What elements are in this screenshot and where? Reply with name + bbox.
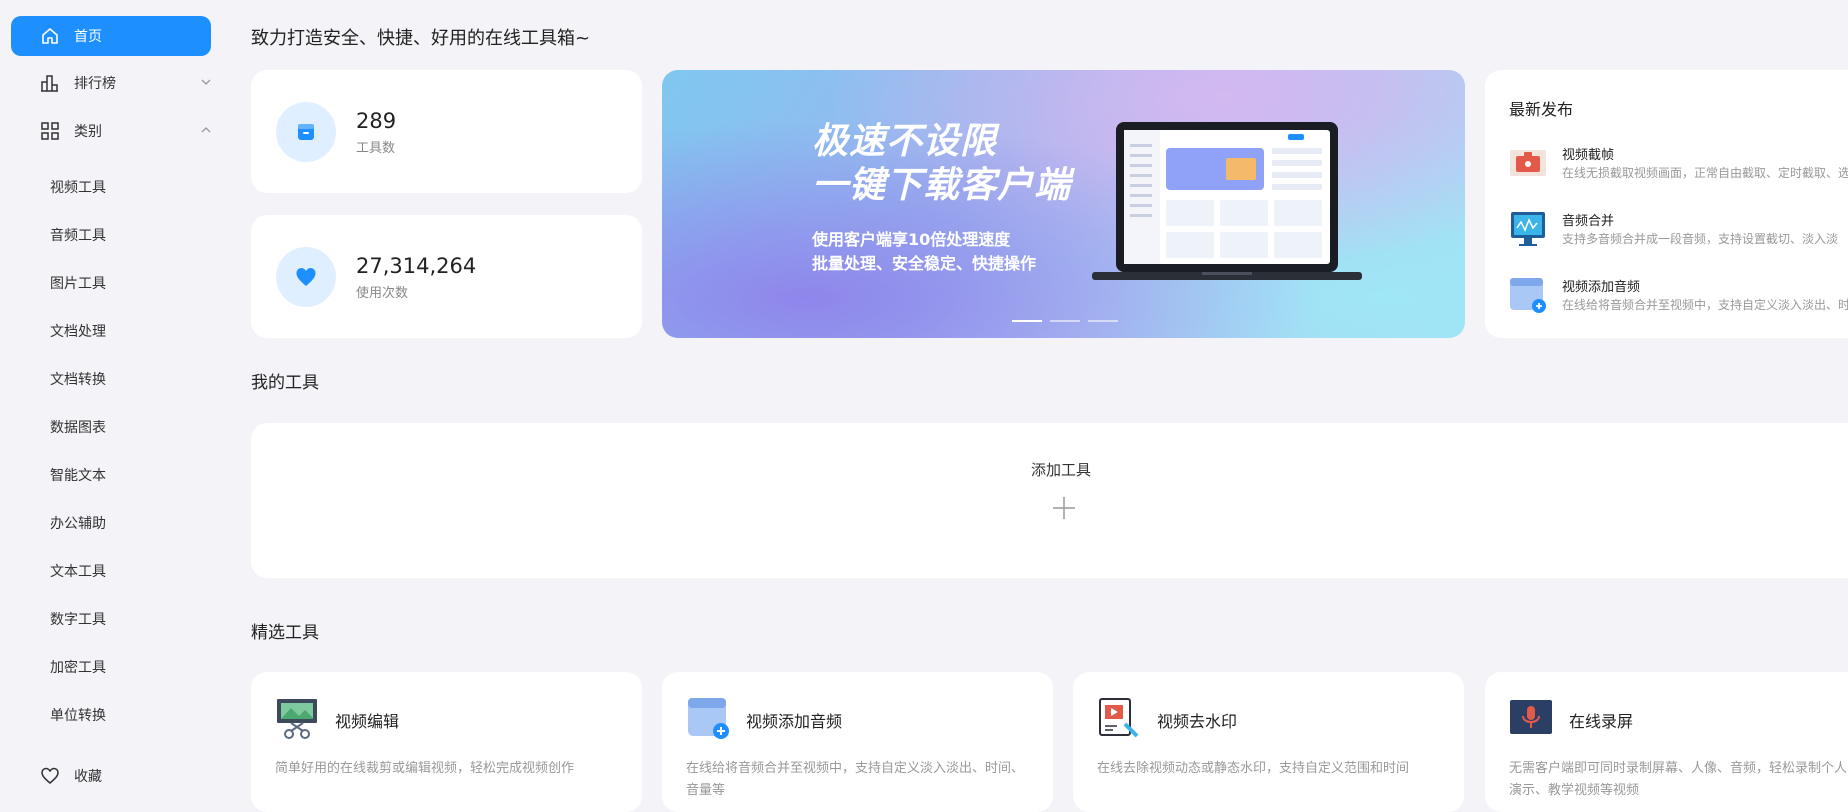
- chevron-down-icon: [200, 76, 212, 88]
- bar-chart-icon: [40, 73, 60, 93]
- tool-name: 视频添加音频: [746, 712, 843, 731]
- carousel-dot[interactable]: [1012, 320, 1042, 322]
- stat-label: 使用次数: [356, 286, 409, 301]
- latest-item[interactable]: 视频截帧 在线无损截取视频画面，正常自由截取、定时截取、选: [1509, 144, 1848, 188]
- banner-sub1: 使用客户端享10倍处理速度: [812, 230, 1011, 249]
- category-item[interactable]: 文档转换: [50, 368, 106, 392]
- nav-home[interactable]: 首页: [11, 16, 211, 56]
- audio-merge-icon: [1511, 212, 1545, 246]
- tool-name: 在线录屏: [1569, 712, 1634, 731]
- category-item[interactable]: 智能文本: [50, 464, 106, 488]
- heart-icon: [40, 766, 60, 786]
- nav-category-label: 类别: [74, 124, 102, 140]
- nav-category[interactable]: 类别: [40, 116, 212, 146]
- chevron-up-icon: [200, 124, 212, 136]
- latest-item-name: 音频合并: [1562, 214, 1615, 229]
- latest-item[interactable]: 音频合并 支持多音频合并成一段音频，支持设置截切、淡入淡: [1509, 210, 1848, 254]
- home-icon: [41, 27, 59, 45]
- stat-card-usage: 27,314,264 使用次数: [251, 215, 642, 338]
- nav-home-label: 首页: [74, 29, 102, 45]
- category-item[interactable]: 视频工具: [50, 176, 106, 200]
- nav-ranking[interactable]: 排行榜: [40, 68, 212, 98]
- category-item[interactable]: 图片工具: [50, 272, 106, 296]
- video-add-audio-icon: [1510, 278, 1546, 313]
- category-item[interactable]: 单位转换: [50, 704, 106, 728]
- stat-label: 工具数: [356, 141, 396, 156]
- featured-tool-card[interactable]: 在线录屏 无需客户端即可同时录制屏幕、人像、音频，轻松录制个人演示、教学视频等视…: [1485, 672, 1848, 812]
- stat-card-tools: 289 工具数: [251, 70, 642, 193]
- banner-line2: 一键下载客户端: [812, 165, 1072, 206]
- nav-favorites-label: 收藏: [74, 769, 102, 785]
- video-add-audio-icon: [688, 698, 729, 739]
- sidebar: 首页 排行榜 类别 视频工具 音频工具 图片工具 文档处理 文档转换 数据图表 …: [0, 0, 220, 793]
- page-slogan: 致力打造安全、快捷、好用的在线工具箱~: [251, 28, 591, 49]
- latest-title: 最新发布: [1509, 100, 1574, 119]
- latest-item[interactable]: 视频添加音频 在线给将音频合并至视频中，支持自定义淡入淡出、时: [1509, 276, 1848, 320]
- category-item[interactable]: 数字工具: [50, 608, 106, 632]
- category-item[interactable]: 文本工具: [50, 560, 106, 584]
- nav-favorites[interactable]: 收藏: [40, 761, 212, 791]
- banner-subtext: 使用客户端享10倍处理速度 批量处理、安全稳定、快捷操作: [812, 228, 1036, 276]
- stat-value: 27,314,264: [356, 254, 477, 278]
- laptop-illustration: [1092, 122, 1362, 280]
- latest-item-name: 视频截帧: [1562, 148, 1615, 163]
- video-watermark-remove-icon: [1099, 698, 1139, 738]
- my-tools-title: 我的工具: [251, 373, 319, 393]
- box-icon: [298, 123, 314, 140]
- category-item[interactable]: 音频工具: [50, 224, 106, 248]
- banner-line1: 极速不设限: [812, 121, 998, 162]
- latest-release-card: 最新发布 视频截帧 在线无损截取视频画面，正常自由截取、定时截取、选 音频合并 …: [1485, 70, 1848, 338]
- tool-name: 视频编辑: [335, 712, 400, 731]
- latest-item-desc: 在线给将音频合并至视频中，支持自定义淡入淡出、时: [1562, 298, 1848, 312]
- featured-title: 精选工具: [251, 623, 319, 643]
- tool-desc: 简单好用的在线裁剪或编辑视频，轻松完成视频创作: [275, 761, 575, 776]
- banner-headline: 极速不设限 一键下载客户端: [812, 120, 1071, 208]
- screen-record-icon: [1510, 700, 1552, 734]
- category-item[interactable]: 文档处理: [50, 320, 106, 344]
- latest-item-desc: 在线无损截取视频画面，正常自由截取、定时截取、选: [1562, 166, 1848, 180]
- tool-desc: 无需客户端即可同时录制屏幕、人像、音频，轻松录制个人演示、教学视频等视频: [1509, 761, 1848, 798]
- category-item[interactable]: 加密工具: [50, 656, 106, 680]
- heart-filled-icon: [296, 267, 316, 286]
- nav-ranking-label: 排行榜: [74, 76, 116, 92]
- video-frame-icon: [1510, 150, 1546, 176]
- stat-value: 289: [356, 109, 397, 133]
- carousel-dot[interactable]: [1088, 320, 1118, 322]
- tool-name: 视频去水印: [1157, 712, 1238, 731]
- carousel-dot[interactable]: [1050, 320, 1080, 322]
- latest-item-desc: 支持多音频合并成一段音频，支持设置截切、淡入淡: [1562, 232, 1839, 246]
- add-tool-card[interactable]: 添加工具: [251, 423, 1848, 578]
- carousel-dots: [1012, 320, 1118, 322]
- category-item[interactable]: 数据图表: [50, 416, 106, 440]
- featured-tool-card[interactable]: 视频编辑 简单好用的在线裁剪或编辑视频，轻松完成视频创作: [251, 672, 642, 812]
- promo-banner[interactable]: 极速不设限 一键下载客户端 使用客户端享10倍处理速度 批量处理、安全稳定、快捷…: [662, 70, 1465, 338]
- tool-desc: 在线给将音频合并至视频中，支持自定义淡入淡出、时间、音量等: [686, 761, 1025, 798]
- video-edit-icon: [277, 699, 317, 739]
- latest-item-name: 视频添加音频: [1562, 280, 1641, 295]
- stat-icon-wrap: [276, 246, 336, 307]
- category-item[interactable]: 办公辅助: [50, 512, 106, 536]
- plus-icon: [1053, 497, 1075, 519]
- add-tool-label: 添加工具: [1031, 461, 1092, 479]
- tool-desc: 在线去除视频动态或静态水印，支持自定义范围和时间: [1097, 761, 1410, 776]
- stat-icon-wrap: [276, 101, 336, 162]
- banner-sub2: 批量处理、安全稳定、快捷操作: [812, 254, 1037, 273]
- featured-tool-card[interactable]: 视频添加音频 在线给将音频合并至视频中，支持自定义淡入淡出、时间、音量等: [662, 672, 1053, 812]
- grid-icon: [40, 121, 60, 141]
- featured-tool-card[interactable]: 视频去水印 在线去除视频动态或静态水印，支持自定义范围和时间: [1073, 672, 1464, 812]
